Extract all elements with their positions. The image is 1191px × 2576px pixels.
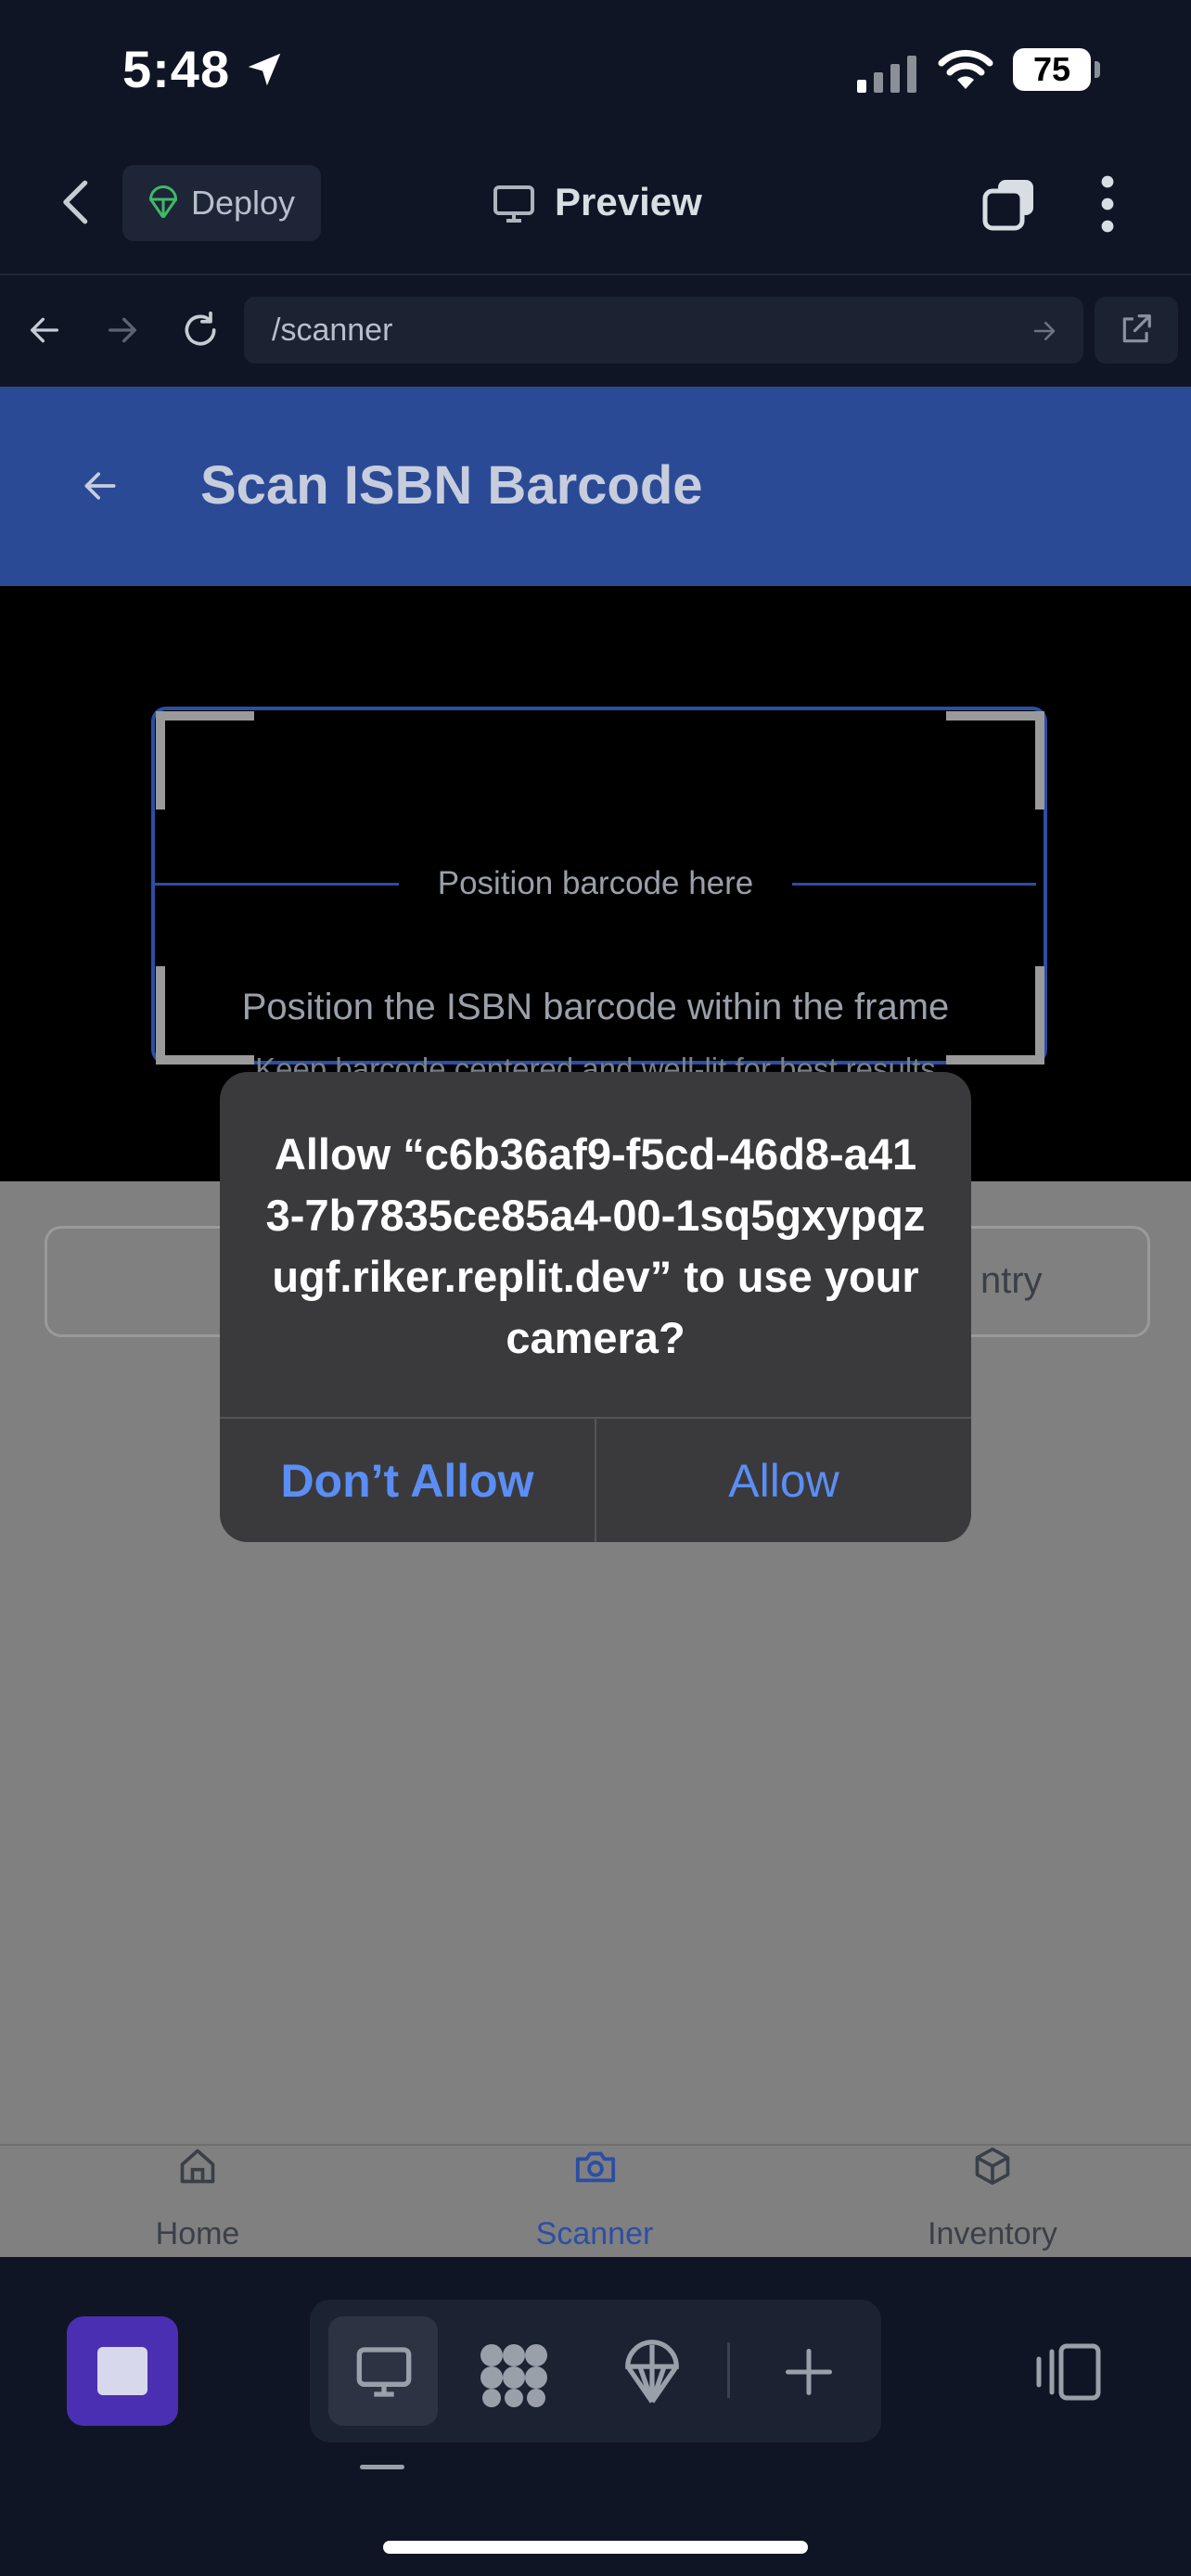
status-time: 5:48 bbox=[122, 40, 231, 98]
dialog-message-text: Allow “c6b36af9-f5cd-46d8-a413-7b7835ce8… bbox=[265, 1129, 926, 1362]
page-title: Scan ISBN Barcode bbox=[200, 455, 703, 516]
location-arrow-icon bbox=[248, 53, 281, 86]
camera-permission-dialog: Allow “c6b36af9-f5cd-46d8-a413-7b7835ce8… bbox=[220, 1072, 971, 1542]
preview-label: Preview bbox=[555, 180, 702, 223]
frame-corner-top-left bbox=[156, 711, 254, 810]
deploy-icon bbox=[148, 185, 178, 219]
camera-icon bbox=[575, 2151, 616, 2183]
tab-inventory-label: Inventory bbox=[928, 2216, 1057, 2251]
deploy-label: Deploy bbox=[191, 184, 296, 222]
frame-corner-top-right bbox=[946, 711, 1044, 810]
battery-level: 75 bbox=[1032, 50, 1071, 88]
external-link-icon bbox=[1122, 314, 1151, 343]
url-path: /scanner bbox=[272, 312, 393, 348]
box-icon bbox=[975, 2147, 1010, 2186]
more-vertical-icon bbox=[1101, 175, 1114, 233]
battery-icon: 75 bbox=[1013, 48, 1091, 91]
active-indicator bbox=[360, 2465, 404, 2469]
split-panel-icon bbox=[1036, 2343, 1101, 2401]
home-indicator[interactable] bbox=[383, 2541, 808, 2554]
frame-label: Position barcode here bbox=[399, 862, 792, 905]
plus-icon[interactable] bbox=[781, 2344, 837, 2400]
browser-forward-icon[interactable] bbox=[104, 312, 141, 349]
layout-toggle-button[interactable] bbox=[1031, 2340, 1102, 2404]
dont-allow-label: Don’t Allow bbox=[280, 1454, 534, 1507]
manual-entry-label: ntry bbox=[980, 1260, 1043, 1301]
dock-preview-button[interactable] bbox=[328, 2316, 438, 2426]
stacked-windows-icon bbox=[982, 180, 1033, 231]
allow-button[interactable]: Allow bbox=[596, 1419, 971, 1542]
tabs-switcher-button[interactable] bbox=[981, 176, 1035, 231]
deploy-button[interactable]: Deploy bbox=[122, 165, 321, 241]
tab-home-label: Home bbox=[155, 2216, 240, 2251]
dialog-message: Allow “c6b36af9-f5cd-46d8-a413-7b7835ce8… bbox=[220, 1124, 971, 1369]
deploy-icon bbox=[625, 2340, 679, 2404]
status-bar: 5:48 75 bbox=[0, 0, 1191, 139]
stop-icon bbox=[97, 2347, 147, 2395]
browser-back-icon[interactable] bbox=[26, 312, 63, 349]
wifi-icon bbox=[938, 49, 993, 89]
go-arrow-icon[interactable] bbox=[1031, 317, 1058, 345]
home-icon bbox=[180, 2149, 215, 2184]
workspace-grid-icon bbox=[480, 2344, 547, 2407]
allow-label: Allow bbox=[728, 1454, 839, 1507]
dock-workspace-button[interactable] bbox=[477, 2340, 551, 2407]
bottom-tab-bar: Home Scanner Inventory bbox=[0, 2144, 1191, 2259]
scan-instruction: Position the ISBN barcode within the fra… bbox=[241, 987, 950, 1027]
cellular-signal-icon bbox=[857, 56, 916, 93]
open-external-button[interactable] bbox=[1095, 297, 1178, 363]
app-back-arrow-icon[interactable] bbox=[80, 465, 121, 506]
url-input[interactable]: /scanner bbox=[244, 297, 1083, 363]
dock-deploy-button[interactable] bbox=[620, 2337, 685, 2407]
dock-divider bbox=[727, 2342, 730, 2398]
more-options-button[interactable] bbox=[1096, 174, 1119, 234]
stop-button[interactable] bbox=[67, 2316, 178, 2426]
tab-scanner-label: Scanner bbox=[535, 2216, 654, 2251]
back-chevron-icon[interactable] bbox=[58, 178, 96, 226]
monitor-icon bbox=[493, 185, 534, 223]
battery-tip bbox=[1095, 61, 1100, 78]
reload-icon[interactable] bbox=[180, 310, 221, 351]
dont-allow-button[interactable]: Don’t Allow bbox=[220, 1419, 595, 1542]
monitor-icon bbox=[356, 2347, 412, 2397]
